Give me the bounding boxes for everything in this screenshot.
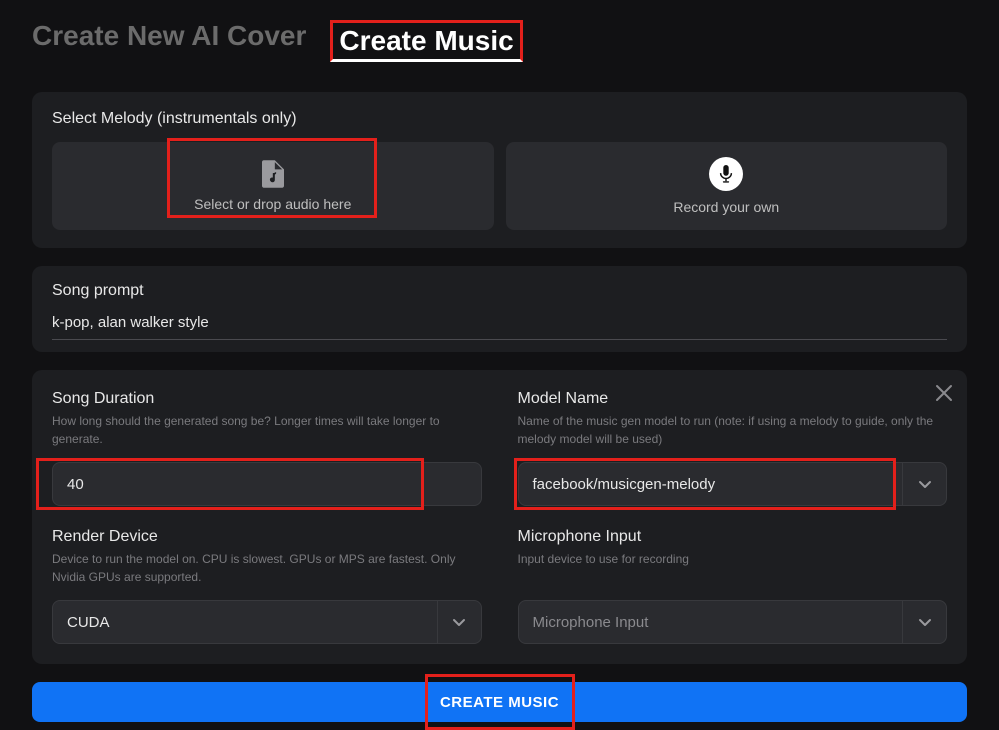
device-value: CUDA [67, 614, 437, 631]
device-label: Render Device [52, 528, 482, 546]
mic-help: Input device to use for recording [518, 550, 948, 586]
upload-label: Select or drop audio here [194, 196, 351, 212]
mic-select[interactable]: Microphone Input [518, 600, 948, 644]
file-audio-icon [262, 160, 284, 188]
main-tabs: Create New AI Cover Create Music [32, 20, 967, 62]
model-help: Name of the music gen model to run (note… [518, 412, 948, 448]
upload-audio-box[interactable]: Select or drop audio here [52, 142, 494, 230]
mic-placeholder: Microphone Input [533, 614, 903, 631]
prompt-input[interactable] [52, 310, 947, 340]
melody-title: Select Melody (instrumentals only) [52, 110, 947, 128]
mic-field: Microphone Input Input device to use for… [518, 528, 948, 644]
duration-help: How long should the generated song be? L… [52, 412, 482, 448]
prompt-label: Song prompt [52, 282, 947, 300]
duration-label: Song Duration [52, 390, 482, 408]
duration-input[interactable] [52, 462, 482, 506]
duration-field: Song Duration How long should the genera… [52, 390, 482, 506]
device-select[interactable]: CUDA [52, 600, 482, 644]
mic-label: Microphone Input [518, 528, 948, 546]
model-value: facebook/musicgen-melody [533, 476, 903, 493]
tab-create-music[interactable]: Create Music [330, 20, 522, 62]
settings-card: Song Duration How long should the genera… [32, 370, 967, 664]
device-help: Device to run the model on. CPU is slowe… [52, 550, 482, 586]
record-audio-box[interactable]: Record your own [506, 142, 948, 230]
melody-card: Select Melody (instrumentals only) Selec… [32, 92, 967, 248]
chevron-down-icon [437, 601, 481, 643]
device-field: Render Device Device to run the model on… [52, 528, 482, 644]
create-music-button[interactable]: CREATE MUSIC [32, 682, 967, 722]
mic-icon [719, 165, 733, 183]
model-field: Model Name Name of the music gen model t… [518, 390, 948, 506]
model-select[interactable]: facebook/musicgen-melody [518, 462, 948, 506]
tab-ai-cover[interactable]: Create New AI Cover [32, 20, 306, 62]
chevron-down-icon [902, 601, 946, 643]
model-label: Model Name [518, 390, 948, 408]
close-icon[interactable] [935, 384, 953, 402]
prompt-card: Song prompt [32, 266, 967, 352]
mic-icon-circle [709, 157, 743, 191]
record-label: Record your own [673, 199, 779, 215]
chevron-down-icon [902, 463, 946, 505]
